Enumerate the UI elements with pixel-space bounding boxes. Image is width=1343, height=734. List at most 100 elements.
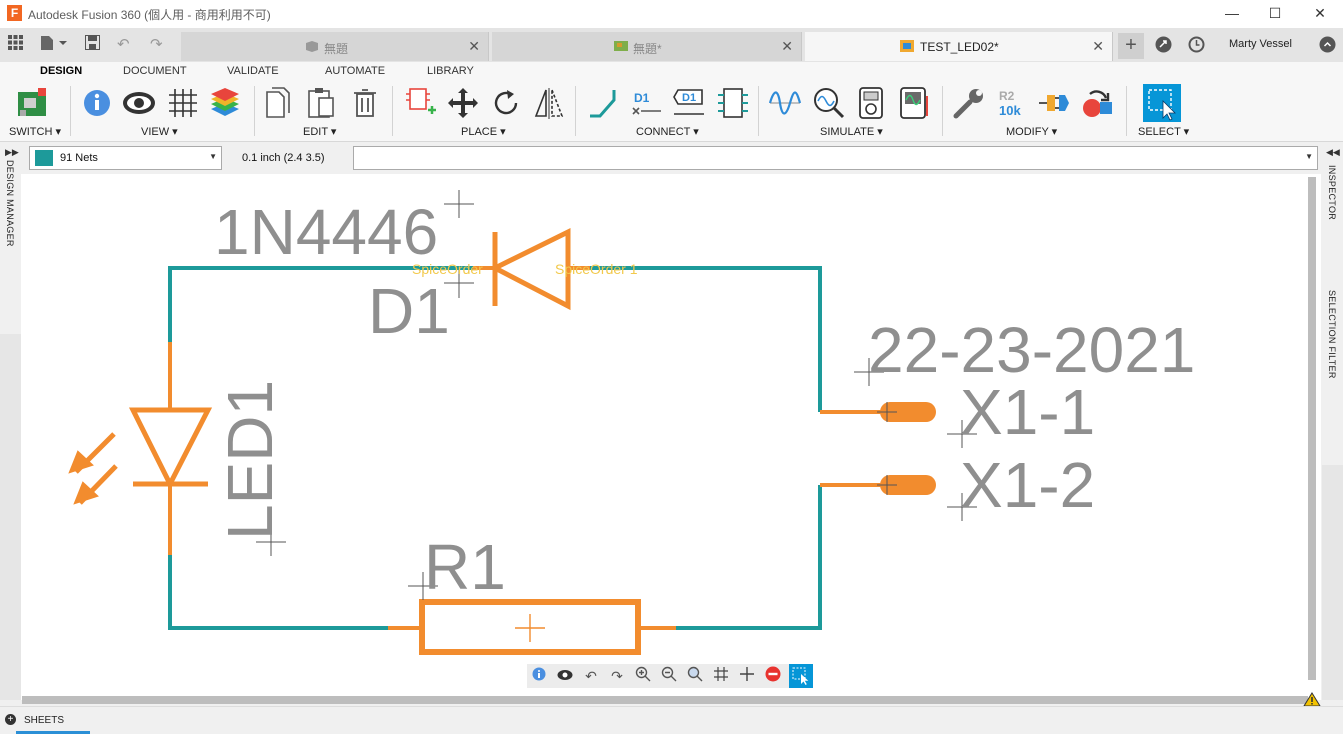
spice-order-right[interactable]: SpiceOrder 1 <box>555 261 638 277</box>
probe-icon[interactable] <box>812 86 846 120</box>
resistor-name-label[interactable]: R1 <box>424 531 506 603</box>
waveform-icon[interactable] <box>768 86 802 120</box>
add-sheet-icon[interactable]: + <box>5 714 16 725</box>
close-icon[interactable]: ✕ <box>1092 38 1104 55</box>
expand-panel-icon[interactable]: ▶▶ <box>5 147 19 158</box>
new-tab-button[interactable]: + <box>1118 33 1144 59</box>
bus-icon[interactable] <box>716 86 750 120</box>
stop-icon[interactable] <box>763 666 783 686</box>
select-group-label[interactable]: SELECT ▾ <box>1138 125 1189 138</box>
command-line-input[interactable]: ▼ <box>353 146 1318 170</box>
pin1-label[interactable]: X1-1 <box>960 376 1095 448</box>
zoom-fit-icon[interactable] <box>685 666 705 686</box>
view-group-label[interactable]: VIEW ▾ <box>141 125 178 138</box>
wire-bottom-right[interactable] <box>676 485 822 630</box>
close-icon[interactable]: ✕ <box>468 38 480 55</box>
tab-validate[interactable]: VALIDATE <box>227 65 279 77</box>
warning-icon[interactable] <box>1303 692 1321 707</box>
rotate-icon[interactable] <box>490 86 524 120</box>
switch-group-label[interactable]: SWITCH ▾ <box>9 125 61 138</box>
diode-value-label[interactable]: 1N4446 <box>214 196 438 268</box>
spice-order-left[interactable]: SpiceOrder <box>412 261 483 277</box>
crosshair-icon[interactable] <box>737 666 757 686</box>
group-label: MODIFY <box>1006 126 1049 138</box>
tab-document[interactable]: DOCUMENT <box>123 65 187 77</box>
selection-filter-label[interactable]: SELECTION FILTER <box>1327 290 1337 379</box>
zoom-out-icon[interactable] <box>659 666 679 686</box>
schematic-drawing[interactable]: 1N4446 D1 SpiceOrder SpiceOrder 1 LED1 R… <box>21 174 1321 700</box>
switch-pcb-icon[interactable] <box>16 86 50 120</box>
delete-icon[interactable] <box>348 86 382 120</box>
wire-bottom-left[interactable] <box>168 555 388 630</box>
replace-icon[interactable] <box>1080 86 1114 120</box>
close-icon[interactable]: ✕ <box>781 38 793 55</box>
maximize-icon[interactable]: ☐ <box>1252 0 1298 28</box>
mirror-icon[interactable] <box>532 86 566 120</box>
sheets-label[interactable]: SHEETS <box>24 715 64 726</box>
resistor-r1-symbol[interactable] <box>388 599 676 655</box>
minimize-icon[interactable]: — <box>1209 0 1255 28</box>
smash-icon[interactable] <box>1037 86 1071 120</box>
connector-x1[interactable] <box>820 402 936 495</box>
redo-icon[interactable]: ↷ <box>150 35 163 53</box>
save-icon[interactable] <box>85 35 100 54</box>
help-icon[interactable] <box>1319 36 1336 57</box>
tab-untitled-pcb[interactable]: 無題* ✕ <box>492 32 802 61</box>
chevron-down-icon[interactable]: ▼ <box>1305 152 1313 161</box>
close-icon[interactable]: ✕ <box>1297 0 1343 28</box>
wire-top-right[interactable] <box>570 266 822 412</box>
copy-icon[interactable] <box>262 86 296 120</box>
file-menu-icon[interactable] <box>40 35 68 55</box>
extensions-icon[interactable] <box>1155 36 1172 57</box>
wrench-icon[interactable] <box>952 86 986 120</box>
select-mode-icon[interactable] <box>789 664 813 688</box>
inspector-label[interactable]: INSPECTOR <box>1327 165 1337 220</box>
modify-group-label[interactable]: MODIFY ▾ <box>1006 125 1057 138</box>
place-group-label[interactable]: PLACE ▾ <box>461 125 506 138</box>
pin2-label[interactable]: X1-2 <box>960 449 1095 521</box>
oscilloscope-icon[interactable] <box>898 86 932 120</box>
led-name-label[interactable]: LED1 <box>214 380 286 540</box>
tab-design[interactable]: DESIGN <box>40 65 82 77</box>
multimeter-icon[interactable] <box>855 86 889 120</box>
grid-icon[interactable] <box>166 86 200 120</box>
undo-icon[interactable]: ↶ <box>581 666 601 686</box>
redo-icon[interactable]: ↷ <box>607 666 627 686</box>
layers-icon[interactable] <box>208 86 242 120</box>
move-icon[interactable] <box>446 86 480 120</box>
show-hide-eye-icon[interactable] <box>122 86 156 120</box>
net-class-select[interactable]: 91 Nets ▼ <box>29 146 222 170</box>
pcb-board-icon <box>614 41 628 51</box>
net-icon[interactable] <box>586 86 620 120</box>
add-part-icon[interactable] <box>404 86 438 120</box>
grid-icon[interactable] <box>711 666 731 686</box>
tab-untitled-3d[interactable]: 無題 ✕ <box>181 32 489 61</box>
right-gutter <box>1322 465 1343 700</box>
paste-icon[interactable] <box>305 86 339 120</box>
collapse-panel-icon[interactable]: ◀◀ <box>1326 147 1340 158</box>
tab-automate[interactable]: AUTOMATE <box>325 65 385 77</box>
user-name[interactable]: Marty Vessel <box>1229 38 1292 50</box>
connect-group-label[interactable]: CONNECT ▾ <box>636 125 699 138</box>
label-icon[interactable]: D1 <box>672 86 706 120</box>
simulate-group-label[interactable]: SIMULATE ▾ <box>820 125 883 138</box>
led1-symbol[interactable] <box>68 342 213 555</box>
vertical-scrollbar[interactable] <box>1308 177 1316 680</box>
value-icon[interactable]: R210k <box>994 86 1028 120</box>
job-status-icon[interactable] <box>1188 36 1205 57</box>
design-manager-label[interactable]: DESIGN MANAGER <box>5 160 15 247</box>
eye-icon[interactable] <box>555 666 575 686</box>
edit-group-label[interactable]: EDIT ▾ <box>303 125 336 138</box>
name-icon[interactable]: D1 <box>630 86 664 120</box>
info-icon[interactable] <box>82 86 116 120</box>
undo-icon[interactable]: ↶ <box>117 35 130 53</box>
window-select-icon[interactable] <box>1143 84 1181 122</box>
diode-name-label[interactable]: D1 <box>368 275 450 347</box>
schematic-canvas[interactable]: 1N4446 D1 SpiceOrder SpiceOrder 1 LED1 R… <box>21 174 1321 700</box>
app-grid-icon[interactable] <box>8 35 23 54</box>
tab-library[interactable]: LIBRARY <box>427 65 474 77</box>
info-icon[interactable] <box>529 666 549 686</box>
zoom-in-icon[interactable] <box>633 666 653 686</box>
tab-test-led02[interactable]: TEST_LED02* ✕ <box>805 32 1113 61</box>
horizontal-scrollbar[interactable] <box>22 696 1308 704</box>
